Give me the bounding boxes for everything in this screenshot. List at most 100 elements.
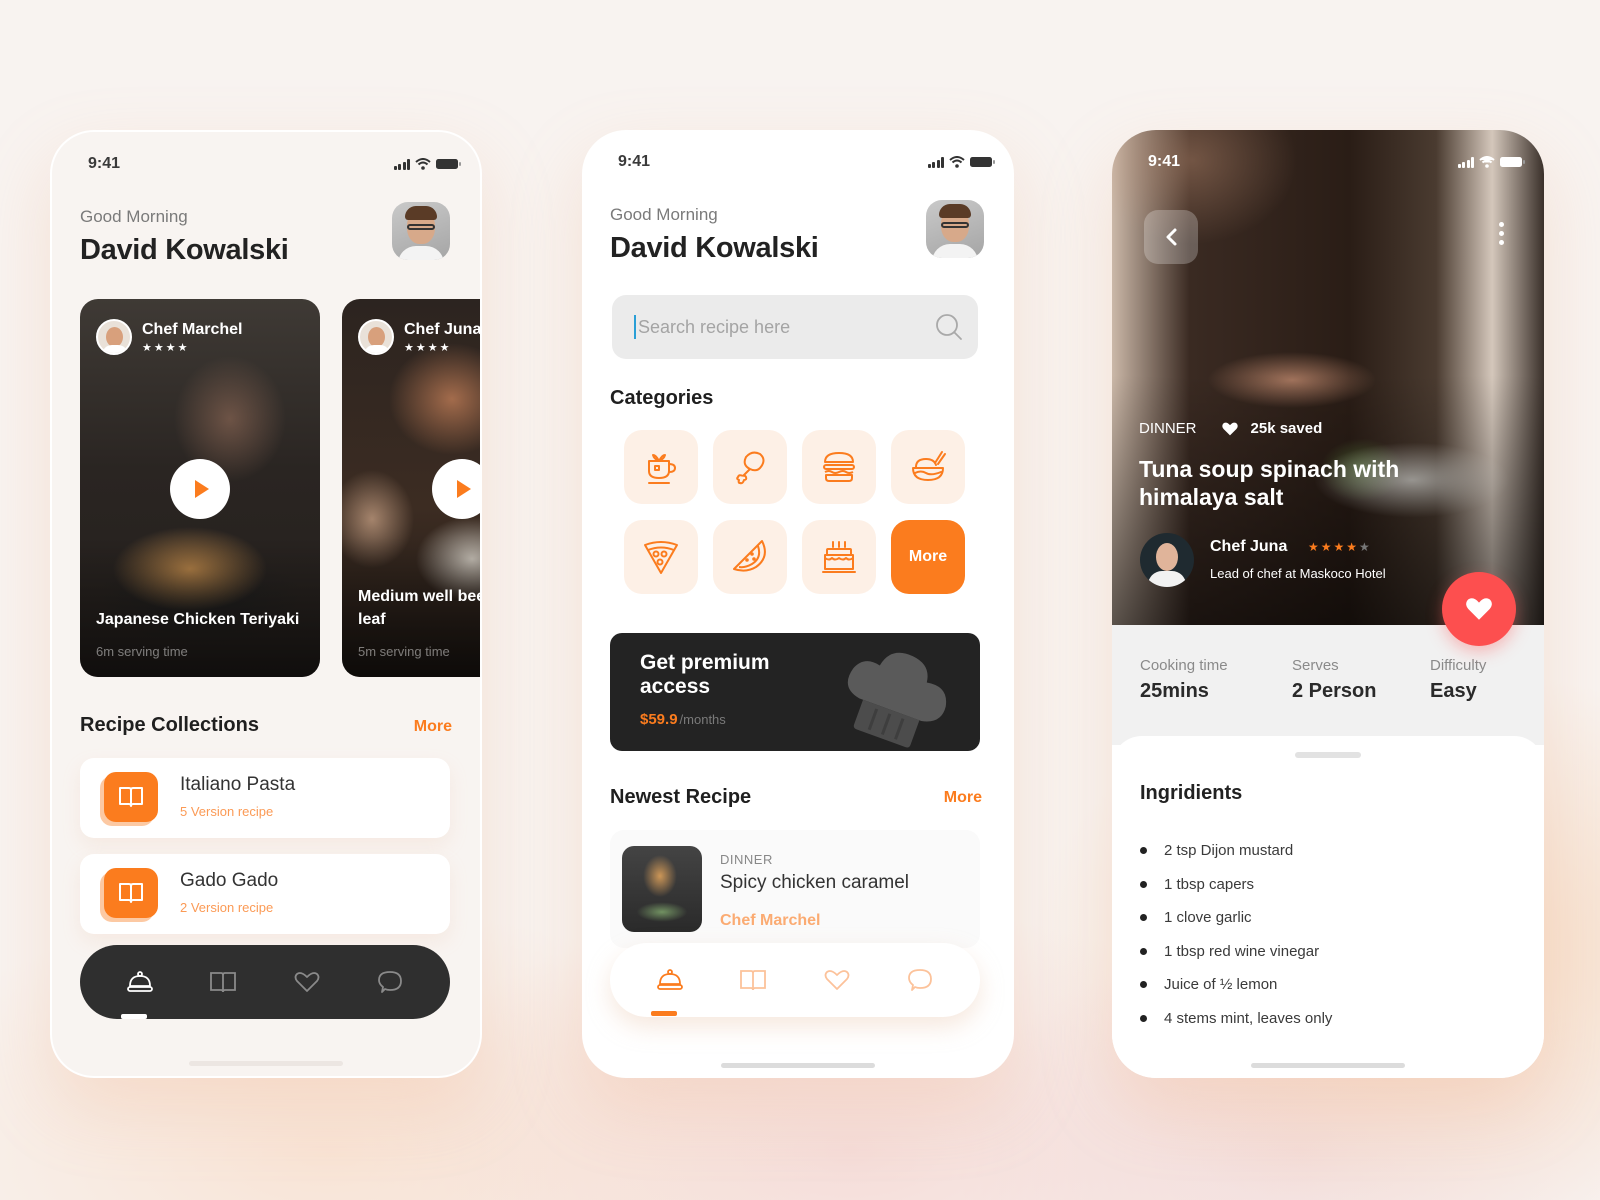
category-cake[interactable] bbox=[802, 520, 876, 594]
stat-serves: Serves 2 Person bbox=[1292, 657, 1377, 702]
recipe-thumbnail bbox=[622, 846, 702, 932]
newest-more-link[interactable]: More bbox=[944, 789, 982, 807]
signal-icon bbox=[393, 158, 410, 170]
category-burger[interactable] bbox=[802, 430, 876, 504]
chef-avatar[interactable] bbox=[1140, 533, 1194, 587]
ingredients-sheet: Ingridients 2 tsp Dijon mustard 1 tbsp c… bbox=[1112, 736, 1544, 1078]
nav-chat[interactable] bbox=[368, 960, 412, 1004]
heart-icon bbox=[294, 972, 320, 992]
collection-title: Gado Gado bbox=[180, 870, 279, 891]
nav-home[interactable] bbox=[118, 960, 162, 1004]
chat-bubble-icon bbox=[378, 971, 403, 993]
back-button[interactable] bbox=[1144, 210, 1198, 264]
chef-rating: ★★★★★ bbox=[1308, 540, 1372, 554]
greeting: Good Morning bbox=[610, 205, 718, 224]
more-options-icon[interactable] bbox=[1499, 222, 1504, 245]
status-bar: 9:41 bbox=[1112, 130, 1544, 180]
play-icon bbox=[457, 480, 471, 498]
open-book-icon bbox=[740, 970, 767, 991]
status-time: 9:41 bbox=[1148, 153, 1181, 170]
category-drinks[interactable] bbox=[624, 430, 698, 504]
categories-more-button[interactable]: More bbox=[891, 520, 965, 594]
categories-grid: More bbox=[624, 430, 965, 594]
collection-title: Italiano Pasta bbox=[180, 774, 296, 795]
home-indicator bbox=[189, 1061, 343, 1066]
section-title-categories: Categories bbox=[610, 387, 714, 409]
tea-cup-icon bbox=[648, 454, 676, 484]
ingredient-item: Juice of ½ lemon bbox=[1140, 968, 1332, 1002]
section-title-collections: Recipe Collections bbox=[80, 714, 259, 736]
category-rice[interactable] bbox=[891, 430, 965, 504]
status-icons bbox=[393, 158, 461, 170]
ingredients-title: Ingridients bbox=[1140, 782, 1243, 804]
newest-recipe-card[interactable]: DINNER Spicy chicken caramel Chef Marche… bbox=[610, 830, 980, 948]
home-indicator bbox=[1251, 1063, 1405, 1068]
collection-subtitle: 5 Version recipe bbox=[180, 804, 274, 819]
signal-icon bbox=[927, 156, 944, 168]
nav-recipes[interactable] bbox=[201, 960, 245, 1004]
category-chicken[interactable] bbox=[713, 430, 787, 504]
play-button[interactable] bbox=[170, 459, 230, 519]
nav-recipes[interactable] bbox=[731, 958, 775, 1002]
recipe-title: Medium well beef kemangi leaf bbox=[358, 588, 480, 628]
search-input[interactable] bbox=[634, 315, 934, 339]
active-tab-indicator bbox=[121, 1014, 147, 1019]
avatar[interactable] bbox=[926, 200, 984, 258]
nav-chat[interactable] bbox=[898, 958, 942, 1002]
search-icon[interactable] bbox=[934, 312, 964, 342]
recipe-title: Tuna soup spinach with himalaya salt bbox=[1139, 456, 1400, 510]
bottom-nav bbox=[80, 945, 450, 1019]
battery-icon bbox=[1500, 157, 1525, 167]
featured-recipe-card[interactable]: Chef Juna ★★★★ Medium well beef kemangi … bbox=[342, 299, 480, 677]
wifi-icon bbox=[415, 158, 431, 170]
birthday-cake-icon bbox=[822, 541, 856, 573]
user-name: David Kowalski bbox=[80, 234, 289, 266]
home-indicator bbox=[721, 1063, 875, 1068]
recipe-title: Japanese Chicken Teriyaki bbox=[96, 611, 300, 628]
status-icons bbox=[927, 156, 995, 168]
serving-time: 6m serving time bbox=[96, 644, 188, 659]
status-time: 9:41 bbox=[88, 155, 121, 172]
category-fruit[interactable] bbox=[713, 520, 787, 594]
chicken-leg-icon bbox=[736, 451, 765, 485]
premium-title: Get premium access bbox=[640, 651, 770, 698]
featured-recipe-card[interactable]: Chef Marchel ★★★★ Japanese Chicken Teriy… bbox=[80, 299, 320, 677]
pizza-slice-icon bbox=[644, 541, 678, 574]
sheet-drag-handle[interactable] bbox=[1295, 752, 1361, 758]
stat-difficulty: Difficulty Easy bbox=[1430, 657, 1487, 702]
recipe-meta: DINNER 25k saved bbox=[1139, 420, 1322, 437]
collection-item[interactable]: Italiano Pasta 5 Version recipe bbox=[80, 758, 450, 838]
phone-home-screen: 9:41 Good Morning David Kowalski Chef Ma… bbox=[50, 130, 482, 1078]
cloche-icon bbox=[126, 971, 153, 992]
open-book-icon bbox=[104, 772, 158, 822]
watermelon-icon bbox=[733, 540, 766, 572]
avatar[interactable] bbox=[392, 202, 450, 260]
section-title-newest: Newest Recipe bbox=[610, 786, 752, 808]
nav-home[interactable] bbox=[648, 958, 692, 1002]
collection-item[interactable]: Gado Gado 2 Version recipe bbox=[80, 854, 450, 934]
favorite-button[interactable] bbox=[1442, 572, 1516, 646]
ingredient-item: 1 clove garlic bbox=[1140, 901, 1332, 935]
open-book-icon bbox=[104, 868, 158, 918]
play-icon bbox=[195, 480, 209, 498]
recipe-chef: Chef Marchel bbox=[720, 912, 821, 929]
play-button[interactable] bbox=[432, 459, 480, 519]
premium-price: $59.9/months bbox=[640, 711, 726, 728]
battery-icon bbox=[436, 159, 461, 169]
collections-more-link[interactable]: More bbox=[414, 718, 452, 736]
burger-icon bbox=[823, 452, 855, 482]
chef-hat-icon bbox=[847, 652, 947, 748]
stat-cooking-time: Cooking time 25mins bbox=[1140, 657, 1228, 702]
greeting: Good Morning bbox=[80, 207, 188, 226]
nav-favorites[interactable] bbox=[815, 958, 859, 1002]
category-pizza[interactable] bbox=[624, 520, 698, 594]
saved-count: 25k saved bbox=[1250, 420, 1323, 437]
chevron-left-icon bbox=[1166, 228, 1177, 246]
chef-avatar bbox=[96, 319, 132, 355]
nav-favorites[interactable] bbox=[285, 960, 329, 1004]
chef-name: Chef Marchel bbox=[142, 320, 243, 338]
collection-subtitle: 2 Version recipe bbox=[180, 900, 274, 915]
open-book-icon bbox=[210, 972, 237, 993]
premium-banner[interactable]: Get premium access $59.9/months bbox=[610, 633, 980, 751]
chef-avatar bbox=[358, 319, 394, 355]
